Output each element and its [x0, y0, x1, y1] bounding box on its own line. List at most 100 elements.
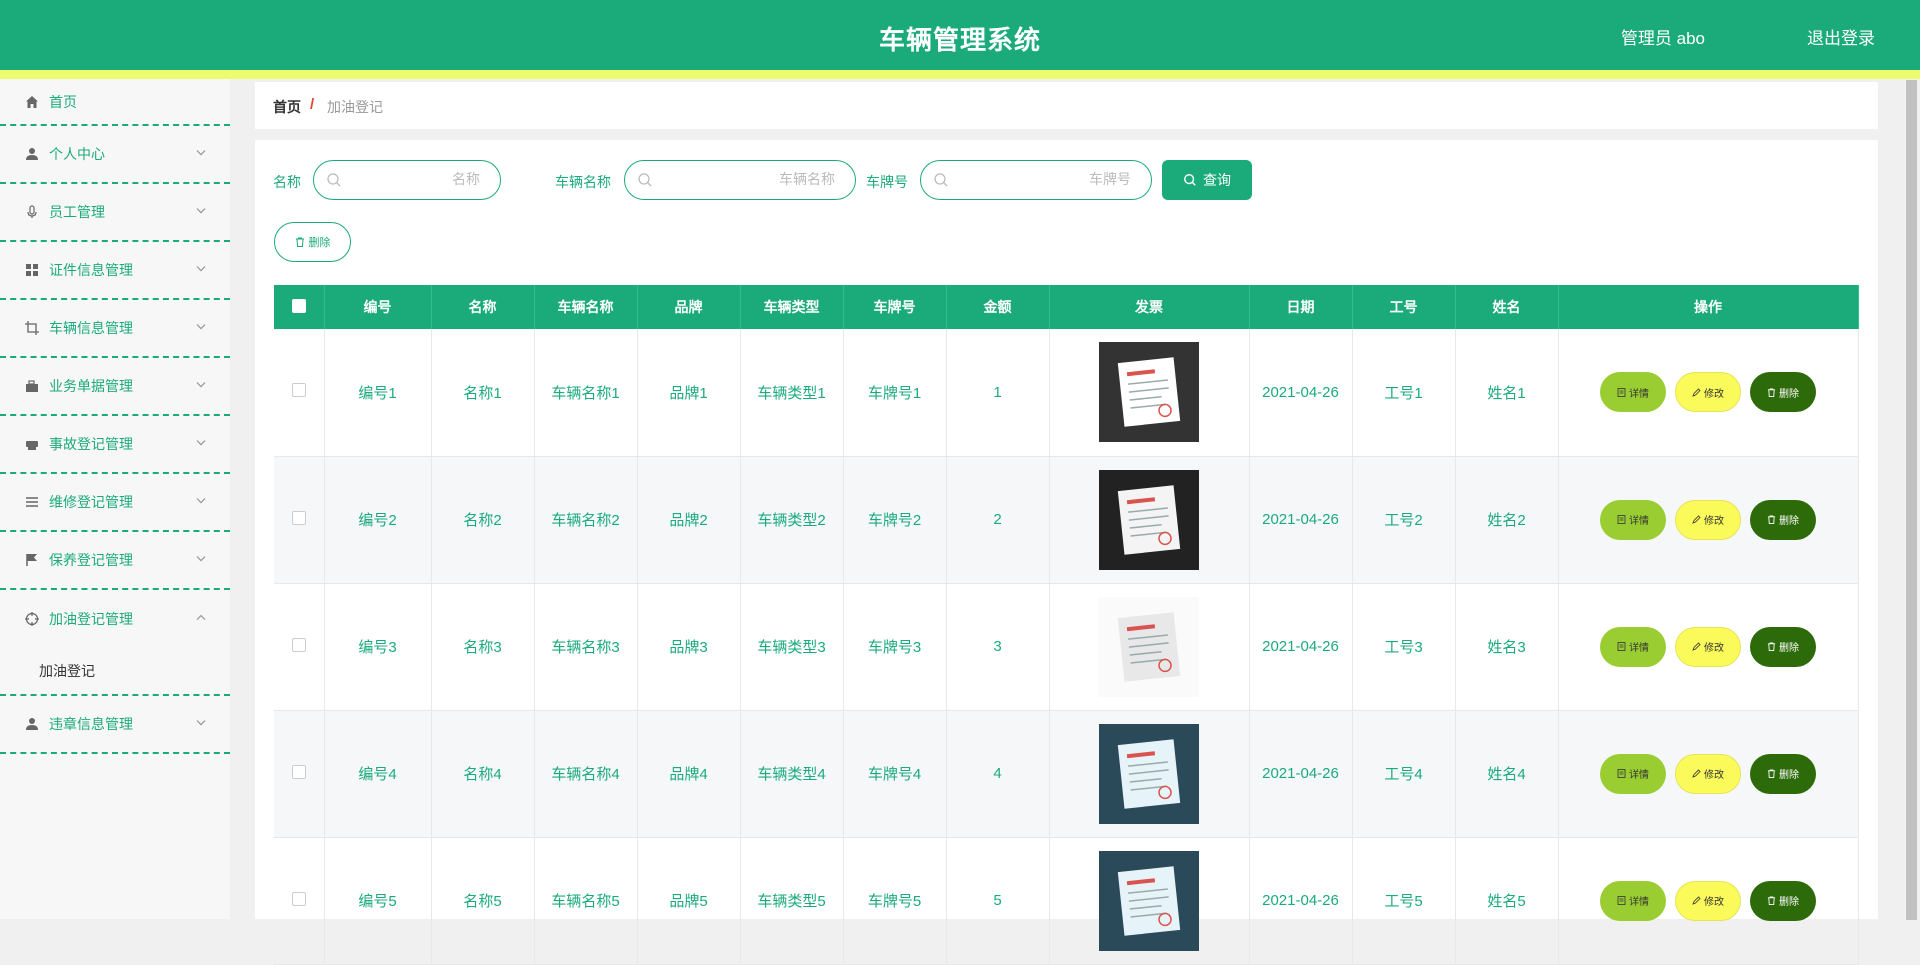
delete-button[interactable]: 删除 — [1750, 372, 1816, 413]
sidebar-item-documents[interactable]: 业务单据管理 — [0, 358, 230, 416]
scrollbar-thumb[interactable] — [1906, 80, 1917, 920]
detail-button[interactable]: 详情 — [1600, 499, 1666, 540]
row-checkbox[interactable] — [291, 510, 306, 525]
cell-invoice — [1049, 837, 1250, 965]
grid-icon — [24, 262, 40, 278]
invoice-image[interactable] — [1099, 342, 1199, 443]
list-icon — [24, 494, 40, 510]
delete-button[interactable]: 删除 — [1750, 626, 1816, 667]
search-vehicle-field[interactable] — [624, 160, 856, 200]
edit-button[interactable]: 修改 — [1675, 880, 1741, 921]
page-scrollbar[interactable] — [1903, 79, 1920, 920]
cell-vehicle: 车辆名称5 — [534, 837, 638, 965]
select-all-checkbox[interactable] — [291, 298, 306, 313]
edit-button[interactable]: 修改 — [1675, 499, 1741, 540]
column-header[interactable]: 姓名 — [1455, 285, 1559, 329]
chevron-down-icon — [196, 382, 206, 388]
sidebar-item-label: 员工管理 — [49, 204, 105, 220]
cell-vehicle: 车辆名称2 — [534, 456, 638, 584]
breadcrumb: 首页 / 加油登记 — [255, 82, 1878, 129]
column-header[interactable]: 名称 — [431, 285, 535, 329]
sidebar-item-label: 车辆信息管理 — [49, 320, 133, 336]
table-row: 编号4 名称4 车辆名称4 品牌4 车辆类型4 车牌号4 4 2021-04-26 工号4 姓名… — [274, 710, 1859, 838]
sidebar-item-fuel[interactable]: 加油登记管理 — [0, 590, 230, 648]
column-header[interactable]: 发票 — [1049, 285, 1250, 329]
cell-person: 姓名3 — [1455, 583, 1559, 711]
invoice-image[interactable] — [1099, 596, 1199, 697]
invoice-image[interactable] — [1099, 723, 1199, 824]
row-checkbox[interactable] — [291, 637, 306, 652]
cell-emp: 工号3 — [1352, 583, 1456, 711]
sidebar-item-repairs[interactable]: 维修登记管理 — [0, 474, 230, 532]
breadcrumb-home[interactable]: 首页 — [273, 97, 301, 117]
search-plate-field[interactable] — [920, 160, 1152, 200]
column-header[interactable]: 车辆类型 — [740, 285, 844, 329]
chevron-down-icon — [196, 440, 206, 446]
table-row: 编号3 名称3 车辆名称3 品牌3 车辆类型3 车牌号3 3 2021-04-26 工号3 姓名… — [274, 583, 1859, 711]
delete-button[interactable]: 删除 — [1750, 499, 1816, 540]
column-header[interactable]: 车牌号 — [843, 285, 947, 329]
sidebar-item-certificates[interactable]: 证件信息管理 — [0, 242, 230, 300]
edit-button-label: 修改 — [1704, 770, 1724, 781]
cell-person: 姓名2 — [1455, 456, 1559, 584]
column-header[interactable]: 品牌 — [637, 285, 741, 329]
detail-button-label: 详情 — [1629, 388, 1649, 400]
cell-invoice — [1049, 710, 1250, 838]
edit-button[interactable]: 修改 — [1675, 626, 1741, 667]
detail-button[interactable]: 详情 — [1600, 753, 1666, 794]
search-label-vehicle: 车辆名称 — [555, 174, 611, 190]
batch-delete-button[interactable]: 删除 — [274, 222, 351, 262]
search-icon — [1184, 174, 1196, 186]
edit-button[interactable]: 修改 — [1675, 753, 1741, 794]
row-checkbox[interactable] — [291, 764, 306, 779]
invoice-image[interactable] — [1099, 850, 1199, 951]
cell-person: 姓名1 — [1455, 329, 1559, 457]
detail-button[interactable]: 详情 — [1600, 626, 1666, 667]
search-name-input[interactable] — [362, 170, 482, 188]
sidebar-item-maintenance[interactable]: 保养登记管理 — [0, 532, 230, 590]
table-row: 编号2 名称2 车辆名称2 品牌2 车辆类型2 车牌号2 2 2021-04-26 工号2 姓名… — [274, 456, 1859, 584]
logout-link[interactable]: 退出登录 — [1807, 24, 1875, 49]
invoice-image[interactable] — [1099, 469, 1199, 570]
sidebar-item-profile[interactable]: 个人中心 — [0, 126, 230, 184]
row-select-cell — [274, 329, 325, 457]
detail-button[interactable]: 详情 — [1600, 880, 1666, 921]
cell-emp: 工号1 — [1352, 329, 1456, 457]
cell-date: 2021-04-26 — [1249, 456, 1353, 584]
column-header[interactable]: 工号 — [1352, 285, 1456, 329]
cell-date: 2021-04-26 — [1249, 837, 1353, 965]
detail-button-label: 详情 — [1629, 516, 1649, 527]
column-header[interactable]: 金额 — [946, 285, 1050, 329]
search-label-name: 名称 — [273, 174, 301, 190]
current-user: 管理员 abo — [1620, 29, 1705, 48]
select-all-cell — [274, 285, 325, 329]
column-header[interactable]: 日期 — [1249, 285, 1353, 329]
delete-button-label: 删除 — [1779, 897, 1799, 908]
user-icon — [24, 146, 40, 162]
search-plate-input[interactable] — [1013, 170, 1133, 188]
delete-button[interactable]: 删除 — [1750, 880, 1816, 921]
cell-plate: 车牌号4 — [843, 710, 947, 838]
row-checkbox[interactable] — [291, 891, 306, 906]
sidebar-item-accidents[interactable]: 事故登记管理 — [0, 416, 230, 474]
column-header[interactable]: 车辆名称 — [534, 285, 638, 329]
sidebar-subitem-fuel-register[interactable]: 加油登记 — [0, 648, 230, 694]
row-checkbox[interactable] — [291, 383, 306, 398]
sidebar-item-staff[interactable]: 员工管理 — [0, 184, 230, 242]
sidebar-item-violations[interactable]: 违章信息管理 — [0, 696, 230, 754]
search-vehicle-input[interactable] — [717, 170, 837, 188]
delete-button[interactable]: 删除 — [1750, 753, 1816, 794]
trash-icon — [1767, 642, 1776, 651]
detail-button[interactable]: 详情 — [1600, 372, 1666, 413]
search-name-field[interactable] — [313, 160, 501, 200]
column-header[interactable]: 编号 — [324, 285, 432, 329]
content-panel: 名称 车辆名称 车牌号 查询 删除 编号 名称 车 — [255, 140, 1878, 965]
search-button[interactable]: 查询 — [1162, 160, 1252, 200]
cell-type: 车辆类型4 — [740, 710, 844, 838]
edit-button-label: 修改 — [1704, 643, 1724, 654]
chevron-up-icon — [196, 614, 206, 621]
sidebar-item-vehicles[interactable]: 车辆信息管理 — [0, 300, 230, 358]
edit-button[interactable]: 修改 — [1675, 372, 1741, 413]
top-header: 车辆管理系统 管理员 abo 退出登录 — [0, 0, 1920, 70]
sidebar-item-home[interactable]: 首页 — [0, 79, 230, 126]
